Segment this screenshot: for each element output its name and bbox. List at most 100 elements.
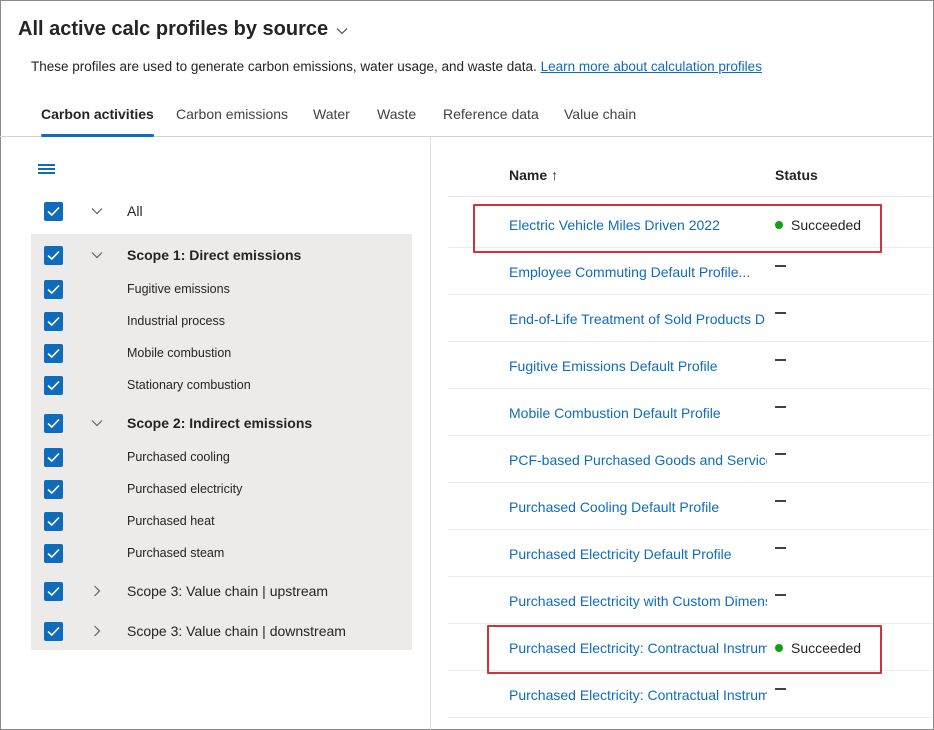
checkbox-fugitive-emissions[interactable] [44,280,63,299]
tab-bar: Carbon activities Carbon emissions Water… [0,100,932,137]
tab-water[interactable]: Water [313,100,350,136]
checkbox-purchased-cooling[interactable] [44,448,63,467]
description-text: These profiles are used to generate carb… [31,59,537,74]
checkbox-scope2[interactable] [44,414,63,433]
tab-carbon-activities[interactable]: Carbon activities [41,100,154,137]
table-row[interactable]: Mobile Combustion Default Profile [448,389,932,436]
checkbox-all[interactable] [44,202,63,221]
status-cell [775,264,786,267]
checkbox-industrial-process[interactable] [44,312,63,331]
table-row[interactable]: Purchased Electricity: Contractual Instr… [448,671,932,718]
checkbox-scope1[interactable] [44,246,63,265]
checkmark-icon [47,284,60,295]
dash-icon [775,359,786,361]
table-row[interactable]: Purchased Electricity: Contractual Instr… [448,624,932,671]
tree-label-industrial-process: Industrial process [127,314,225,328]
checkmark-icon [47,418,60,429]
pane-divider [430,137,431,730]
status-cell [775,358,786,361]
tree-label-stationary-combustion: Stationary combustion [127,378,251,392]
profile-name-link[interactable]: Fugitive Emissions Default Profile [509,358,767,374]
table-row[interactable]: End-of-Life Treatment of Sold Products D [448,295,932,342]
column-header-name[interactable]: Name ↑ [509,167,558,183]
view-selector[interactable]: All active calc profiles by source [18,18,348,41]
checkmark-icon [47,548,60,559]
checkmark-icon [47,516,60,527]
checkmark-icon [47,316,60,327]
status-dot-icon [775,644,783,652]
checkbox-scope3-downstream[interactable] [44,622,63,641]
table-row[interactable]: PCF-based Purchased Goods and Services [448,436,932,483]
checkmark-icon [47,348,60,359]
status-dot-icon [775,221,783,229]
chevron-down-icon[interactable] [90,416,104,430]
tree-label-purchased-heat: Purchased heat [127,514,215,528]
status-cell [775,405,786,408]
chevron-down-icon[interactable] [90,204,104,218]
status-cell: Succeeded [775,217,861,233]
tab-carbon-emissions[interactable]: Carbon emissions [176,100,288,136]
table-row[interactable]: Purchased Cooling Default Profile [448,483,932,530]
checkbox-purchased-electricity[interactable] [44,480,63,499]
profile-name-link[interactable]: Employee Commuting Default Profile... [509,264,767,280]
tree-label-purchased-steam: Purchased steam [127,546,225,560]
dash-icon [775,265,786,267]
status-text: Succeeded [791,217,862,233]
profile-name-link[interactable]: PCF-based Purchased Goods and Services [509,452,767,468]
page-description: These profiles are used to generate carb… [31,59,762,74]
profile-name-link[interactable]: Electric Vehicle Miles Driven 2022 [509,217,767,233]
tree-label-scope3-downstream: Scope 3: Value chain | downstream [127,623,346,639]
profile-name-link[interactable]: Purchased Electricity: Contractual Instr… [509,640,767,656]
table-row[interactable]: Fugitive Emissions Default Profile [448,342,932,389]
status-cell [775,311,786,314]
learn-more-link[interactable]: Learn more about calculation profiles [541,59,762,74]
checkmark-icon [47,626,60,637]
tree-label-scope2: Scope 2: Indirect emissions [127,415,313,431]
tree-label-purchased-cooling: Purchased cooling [127,450,230,464]
table-row[interactable]: Purchased Electricity Default Profile [448,530,932,577]
chevron-down-icon [336,28,348,35]
checkbox-purchased-heat[interactable] [44,512,63,531]
profile-name-link[interactable]: End-of-Life Treatment of Sold Products D [509,311,767,327]
profile-name-link[interactable]: Mobile Combustion Default Profile [509,405,767,421]
header-divider [448,196,932,197]
dash-icon [775,406,786,408]
chevron-right-icon[interactable] [90,624,104,638]
checkbox-purchased-steam[interactable] [44,544,63,563]
checkbox-mobile-combustion[interactable] [44,344,63,363]
page-title: All active calc profiles by source [18,18,329,40]
status-cell [775,593,786,596]
status-cell [775,452,786,455]
dash-icon [775,453,786,455]
sort-ascending-icon: ↑ [551,167,559,183]
tree-label-fugitive-emissions: Fugitive emissions [127,282,230,296]
profile-name-link[interactable]: Purchased Electricity: Contractual Instr… [509,687,767,703]
checkmark-icon [47,586,60,597]
table-row[interactable]: Purchased Electricity with Custom Dimens [448,577,932,624]
checkmark-icon [47,484,60,495]
column-header-status[interactable]: Status [775,167,818,183]
profile-name-link[interactable]: Purchased Electricity Default Profile [509,546,767,562]
status-cell [775,546,786,549]
checkmark-icon [47,452,60,463]
dash-icon [775,688,786,690]
checkmark-icon [47,206,60,217]
status-cell: Succeeded [775,640,861,656]
tab-reference-data[interactable]: Reference data [443,100,539,136]
table-row[interactable]: Employee Commuting Default Profile... [448,248,932,295]
table-row[interactable]: Electric Vehicle Miles Driven 2022 Succee… [448,201,932,248]
checkbox-scope3-upstream[interactable] [44,582,63,601]
profile-name-link[interactable]: Purchased Cooling Default Profile [509,499,767,515]
checkmark-icon [47,380,60,391]
dash-icon [775,312,786,314]
tree-label-scope1: Scope 1: Direct emissions [127,247,302,263]
chevron-right-icon[interactable] [90,584,104,598]
checkbox-stationary-combustion[interactable] [44,376,63,395]
tree-label-purchased-electricity: Purchased electricity [127,482,243,496]
chevron-down-icon[interactable] [90,248,104,262]
column-name-label: Name [509,167,548,183]
tab-waste[interactable]: Waste [377,100,416,136]
tab-value-chain[interactable]: Value chain [564,100,636,136]
profile-name-link[interactable]: Purchased Electricity with Custom Dimens [509,593,767,609]
hamburger-menu-icon[interactable] [38,162,56,176]
